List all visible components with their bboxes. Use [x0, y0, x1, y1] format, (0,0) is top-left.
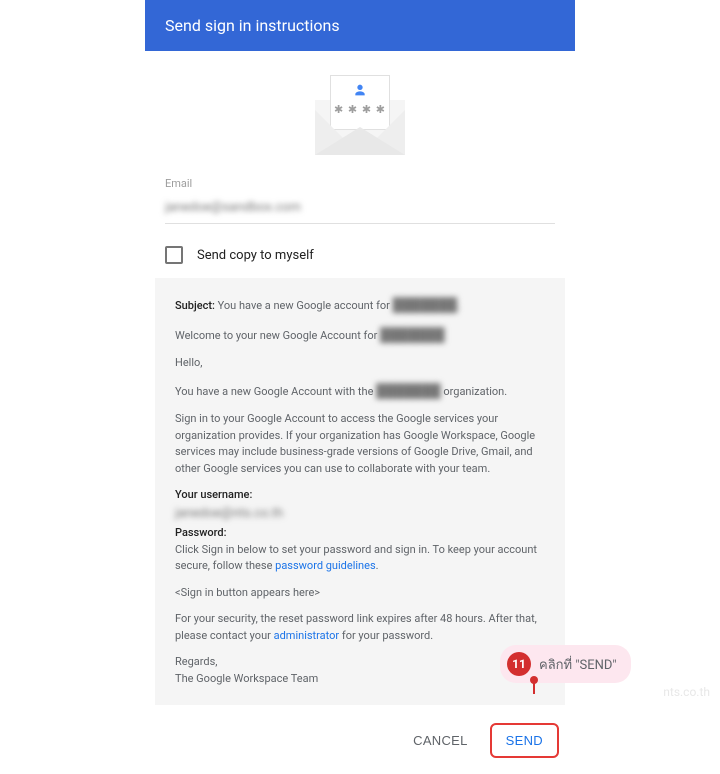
- send-copy-checkbox[interactable]: [165, 246, 183, 264]
- signin-placeholder: <Sign in button appears here>: [175, 585, 545, 602]
- username-value: janedoe@nts.co.th: [175, 504, 283, 524]
- subject-label: Subject:: [175, 299, 215, 312]
- body-text: Sign in to your Google Account to access…: [175, 411, 545, 477]
- watermark: nts.co.th: [663, 685, 710, 699]
- username-label: Your username:: [175, 488, 252, 501]
- dialog-actions: CANCEL SEND: [145, 713, 575, 774]
- email-preview: Subject: You have a new Google account f…: [155, 278, 565, 705]
- send-copy-row: Send copy to myself: [145, 234, 575, 278]
- annotation-callout: 11 คลิกที่ "SEND": [500, 645, 631, 683]
- annotation-connector-line: [533, 680, 535, 694]
- welcome-text: Welcome to your new Google Account for: [175, 329, 377, 342]
- annotation-text: คลิกที่ "SEND": [539, 654, 617, 675]
- team-signature: The Google Workspace Team: [175, 672, 318, 685]
- email-section: Email janedoe@sandbox.com: [145, 173, 575, 234]
- email-value: janedoe@sandbox.com: [165, 200, 301, 215]
- annotation-number: 11: [507, 652, 531, 676]
- dialog-title: Send sign in instructions: [165, 16, 340, 35]
- subject-text: You have a new Google account for: [218, 299, 390, 312]
- email-field[interactable]: janedoe@sandbox.com: [165, 196, 555, 224]
- send-copy-label: Send copy to myself: [197, 248, 314, 263]
- password-guidelines-link[interactable]: password guidelines: [275, 559, 376, 572]
- cancel-button[interactable]: CANCEL: [399, 723, 482, 758]
- regards: Regards,: [175, 655, 217, 668]
- password-label: Password:: [175, 526, 227, 539]
- hello-text: Hello,: [175, 355, 545, 372]
- send-button[interactable]: SEND: [490, 723, 559, 758]
- envelope-illustration: ✱ ✱ ✱ ✱: [145, 51, 575, 173]
- email-label: Email: [165, 177, 555, 190]
- dialog-header: Send sign in instructions: [145, 0, 575, 51]
- person-icon: [331, 82, 389, 101]
- administrator-link[interactable]: administrator: [274, 629, 340, 642]
